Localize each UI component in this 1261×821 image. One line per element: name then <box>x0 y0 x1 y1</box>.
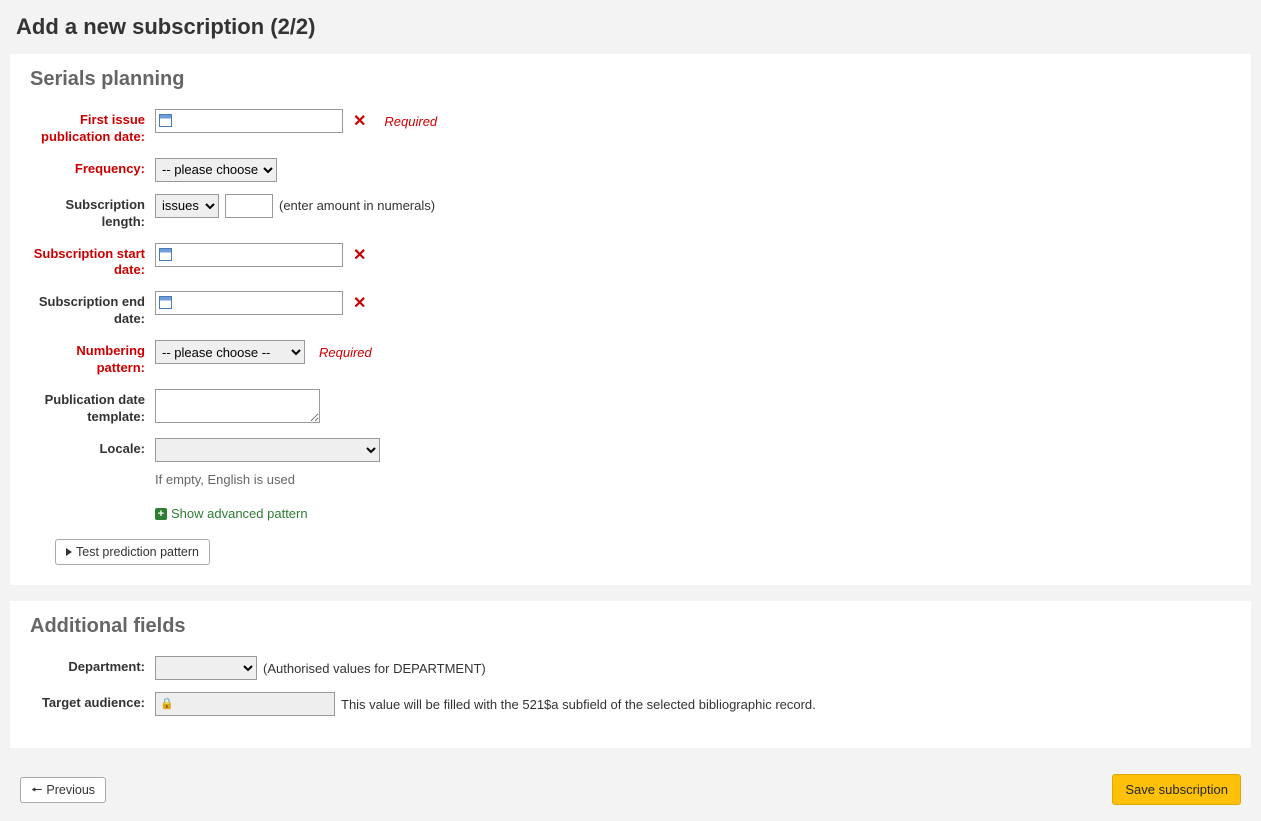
plus-icon: + <box>155 508 167 520</box>
department-select[interactable] <box>155 656 257 680</box>
required-tag: Required <box>319 345 372 360</box>
subscription-length-unit-select[interactable]: issues <box>155 194 219 218</box>
department-label: Department: <box>30 656 155 676</box>
frequency-label: Frequency: <box>30 158 155 178</box>
additional-fields-heading: Additional fields <box>30 615 1231 638</box>
play-icon <box>66 548 72 556</box>
show-advanced-pattern-link[interactable]: + Show advanced pattern <box>155 506 308 521</box>
serials-planning-panel: Serials planning First issue publication… <box>10 54 1251 585</box>
arrow-left-icon: 🠔 <box>31 783 42 796</box>
save-subscription-button[interactable]: Save subscription <box>1112 774 1241 805</box>
end-date-input[interactable] <box>155 291 343 315</box>
frequency-select[interactable]: -- please choose -- <box>155 158 277 182</box>
locale-select[interactable] <box>155 438 380 462</box>
clear-end-date-icon[interactable]: ✕ <box>349 293 370 313</box>
department-hint: (Authorised values for DEPARTMENT) <box>263 661 486 676</box>
target-audience-input <box>155 692 335 716</box>
clear-first-issue-icon[interactable]: ✕ <box>349 111 370 131</box>
page-title: Add a new subscription (2/2) <box>16 14 1251 40</box>
pub-date-template-input[interactable] <box>155 389 320 423</box>
previous-button[interactable]: 🠔 Previous <box>20 777 106 803</box>
test-prediction-pattern-button[interactable]: Test prediction pattern <box>55 539 210 565</box>
target-audience-label: Target audience: <box>30 692 155 712</box>
end-date-label: Subscription end date: <box>30 291 155 328</box>
numbering-pattern-select[interactable]: -- please choose -- <box>155 340 305 364</box>
serials-planning-heading: Serials planning <box>30 68 1231 91</box>
first-issue-date-input[interactable] <box>155 109 343 133</box>
pub-date-template-label: Publication date template: <box>30 389 155 426</box>
first-issue-label: First issue publication date: <box>30 109 155 146</box>
target-audience-hint: This value will be filled with the 521$a… <box>341 697 816 712</box>
locale-label: Locale: <box>30 438 155 458</box>
additional-fields-panel: Additional fields Department: (Authorise… <box>10 601 1251 748</box>
clear-start-date-icon[interactable]: ✕ <box>349 245 370 265</box>
numbering-pattern-label: Numbering pattern: <box>30 340 155 377</box>
locale-hint: If empty, English is used <box>155 472 380 487</box>
required-tag: Required <box>384 114 437 129</box>
subscription-length-label: Subscription length: <box>30 194 155 231</box>
subscription-length-hint: (enter amount in numerals) <box>279 198 435 213</box>
start-date-label: Subscription start date: <box>30 243 155 280</box>
test-prediction-label: Test prediction pattern <box>76 545 199 559</box>
subscription-length-amount-input[interactable] <box>225 194 273 218</box>
start-date-input[interactable] <box>155 243 343 267</box>
previous-label: Previous <box>46 783 95 797</box>
footer-bar: 🠔 Previous Save subscription <box>10 764 1251 811</box>
show-advanced-pattern-label: Show advanced pattern <box>171 506 308 521</box>
